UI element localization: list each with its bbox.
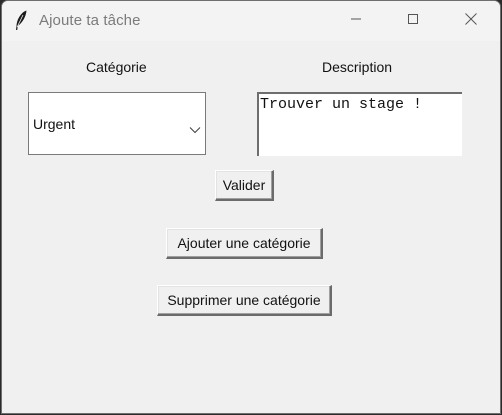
- chevron-down-icon[interactable]: [189, 121, 201, 134]
- category-select-value: Urgent: [33, 116, 76, 132]
- add-category-button[interactable]: Ajouter une catégorie: [166, 228, 323, 259]
- title-bar[interactable]: Ajoute ta tâche: [2, 1, 500, 41]
- close-button[interactable]: [448, 1, 494, 41]
- delete-category-button[interactable]: Supprimer une catégorie: [157, 285, 332, 316]
- maximize-button[interactable]: [390, 1, 436, 41]
- category-label: Catégorie: [86, 59, 147, 75]
- validate-button[interactable]: Valider: [215, 170, 274, 201]
- category-select[interactable]: Urgent: [28, 92, 206, 155]
- description-input-value: Trouver un stage !: [260, 96, 423, 113]
- app-window: Ajoute ta tâche Catégorie Description Ur…: [1, 0, 501, 414]
- minimize-button[interactable]: [333, 1, 379, 41]
- maximize-icon: [407, 12, 419, 30]
- feather-icon: [14, 10, 28, 32]
- close-icon: [464, 12, 478, 31]
- description-input[interactable]: Trouver un stage !: [257, 92, 462, 156]
- minimize-icon: [350, 12, 362, 30]
- description-label: Description: [322, 59, 393, 75]
- window-title: Ajoute ta tâche: [39, 12, 141, 29]
